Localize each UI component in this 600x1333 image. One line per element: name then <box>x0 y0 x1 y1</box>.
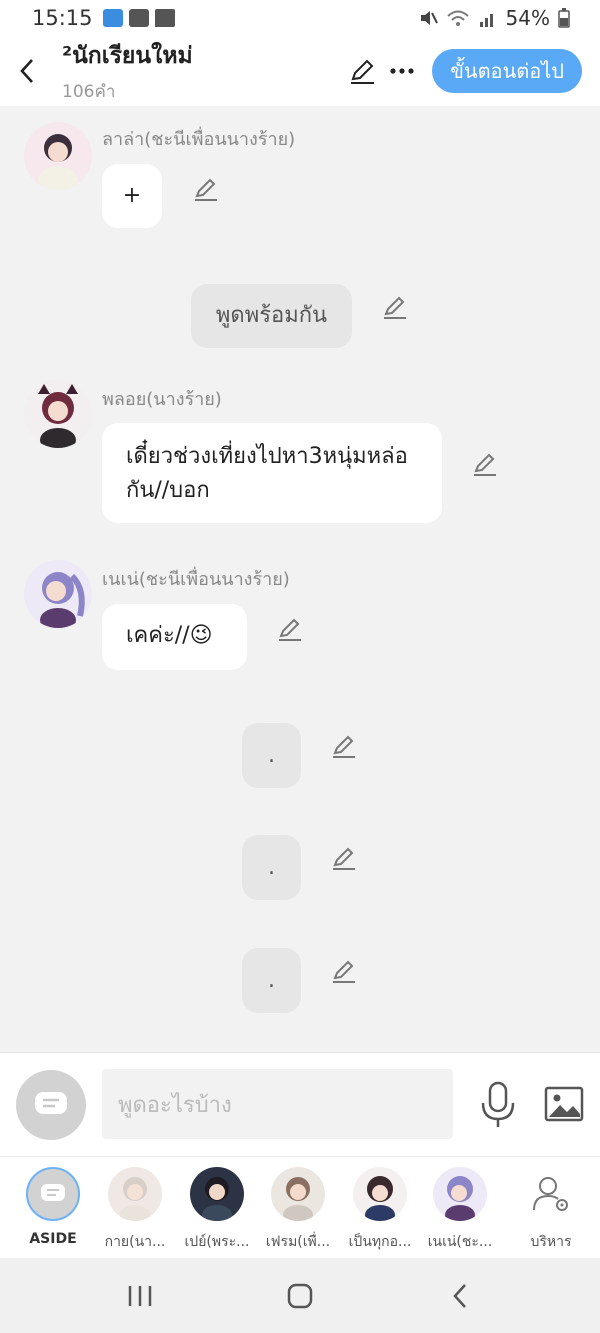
battery-percent: 54% <box>505 6 550 30</box>
narration-bubble[interactable]: พูดพร้อมกัน <box>191 284 352 348</box>
image-icon[interactable] <box>543 1083 585 1125</box>
character-item[interactable]: กาย(นา... <box>95 1167 175 1253</box>
message-input[interactable]: พูดอะไรบ้าง <box>102 1069 453 1139</box>
pencil-icon <box>351 59 375 84</box>
character-label: กาย(นา... <box>104 1234 166 1250</box>
status-bar: 15:15 54% <box>0 0 600 36</box>
system-back-button[interactable] <box>430 1266 490 1326</box>
wifi-icon <box>446 10 469 26</box>
edit-message-icon[interactable] <box>381 294 409 322</box>
edit-message-icon[interactable] <box>276 616 304 644</box>
character-aside[interactable]: ASIDE <box>13 1167 93 1247</box>
chevron-left-icon <box>20 59 33 83</box>
narration-bubble[interactable]: . <box>242 835 301 900</box>
more-dots-icon <box>390 68 414 74</box>
character-label: เปย์(พระ... <box>184 1234 250 1250</box>
image-notification-icon <box>128 9 149 27</box>
aside-avatar <box>26 1167 80 1221</box>
character-label: เฟรม(เพื่... <box>265 1234 331 1250</box>
message-text: เดี๋ยวช่วงเที่ยงไปหา3หนุ่มหล่อกัน//บอก <box>126 444 408 503</box>
home-button[interactable] <box>270 1266 330 1326</box>
download-notification-icon <box>102 9 123 27</box>
sender-name: ลาล่า(ชะนีเพื่อนนางร้าย) <box>102 129 296 150</box>
message-bubble[interactable]: เคค่ะ//😉 <box>102 604 247 670</box>
character-item[interactable]: เนเน่(ชะ... <box>420 1167 500 1253</box>
signal-icon <box>479 14 493 27</box>
character-label: เนเน่(ชะ... <box>427 1234 493 1250</box>
message-text: . <box>268 854 275 880</box>
chat-bubble-icon <box>35 1092 67 1114</box>
avatar-lala[interactable] <box>24 122 92 190</box>
more-button[interactable] <box>382 51 422 91</box>
avatar <box>353 1167 407 1221</box>
avatar <box>108 1167 162 1221</box>
chapter-header: ²นักเรียนใหม่ 106คำ ขั้นตอนต่อไป <box>0 36 600 106</box>
character-item[interactable]: เป็นทุกอ... <box>340 1167 420 1253</box>
status-time: 15:15 <box>32 6 93 30</box>
recent-apps-icon <box>128 1285 152 1306</box>
sender-name: พลอย(นางร้าย) <box>102 389 222 410</box>
avatar <box>190 1167 244 1221</box>
message-notification-icon <box>154 9 175 27</box>
recent-apps-button[interactable] <box>110 1266 170 1326</box>
home-icon <box>287 1283 313 1308</box>
edit-message-icon[interactable] <box>471 451 499 479</box>
avatar <box>433 1167 487 1221</box>
message-text: เคค่ะ//😉 <box>126 623 213 648</box>
message-bubble[interactable]: + <box>102 164 162 228</box>
manage-characters-button[interactable]: บริหาร <box>511 1167 591 1253</box>
battery-icon <box>558 8 570 28</box>
manage-icon <box>524 1167 578 1221</box>
message-input-bar: พูดอะไรบ้าง <box>0 1052 600 1156</box>
character-bar: ASIDE กาย(นา... เปย์(พระ... เฟรม(เพื่...… <box>0 1156 600 1258</box>
chat-area[interactable]: ลาล่า(ชะนีเพื่อนนางร้าย) + พูดพร้อมกัน พ… <box>0 106 600 1052</box>
message-text: + <box>122 183 142 208</box>
word-count: 106คำ <box>62 81 116 102</box>
message-text: . <box>268 742 275 768</box>
edit-message-icon[interactable] <box>330 845 358 873</box>
narration-bubble[interactable]: . <box>242 723 301 788</box>
avatar <box>271 1167 325 1221</box>
character-label: ASIDE <box>29 1231 77 1247</box>
back-button[interactable] <box>2 41 52 101</box>
chat-bubble-icon <box>41 1184 65 1201</box>
narration-mode-button[interactable] <box>16 1070 86 1140</box>
edit-title-button[interactable] <box>342 51 382 91</box>
edit-message-icon[interactable] <box>330 733 358 761</box>
back-icon <box>453 1283 466 1308</box>
avatar-ploy[interactable] <box>24 380 92 448</box>
chapter-title: ²นักเรียนใหม่ <box>62 42 193 69</box>
sender-name: เนเน่(ชะนีเพื่อนนางร้าย) <box>102 569 290 590</box>
character-label: บริหาร <box>530 1234 572 1250</box>
mute-icon <box>420 11 438 25</box>
character-item[interactable]: เฟรม(เพื่... <box>258 1167 338 1253</box>
character-label: เป็นทุกอ... <box>348 1234 412 1250</box>
message-text: พูดพร้อมกัน <box>215 303 328 328</box>
system-nav-bar <box>0 1258 600 1333</box>
edit-message-icon[interactable] <box>330 958 358 986</box>
microphone-icon[interactable] <box>478 1081 518 1129</box>
narration-bubble[interactable]: . <box>242 948 301 1013</box>
avatar-nene[interactable] <box>24 560 92 628</box>
message-text: . <box>268 967 275 993</box>
edit-message-icon[interactable] <box>192 176 220 204</box>
character-item[interactable]: เปย์(พระ... <box>177 1167 257 1253</box>
message-bubble[interactable]: เดี๋ยวช่วงเที่ยงไปหา3หนุ่มหล่อกัน//บอก <box>102 423 442 523</box>
next-step-button[interactable]: ขั้นตอนต่อไป <box>432 49 582 93</box>
